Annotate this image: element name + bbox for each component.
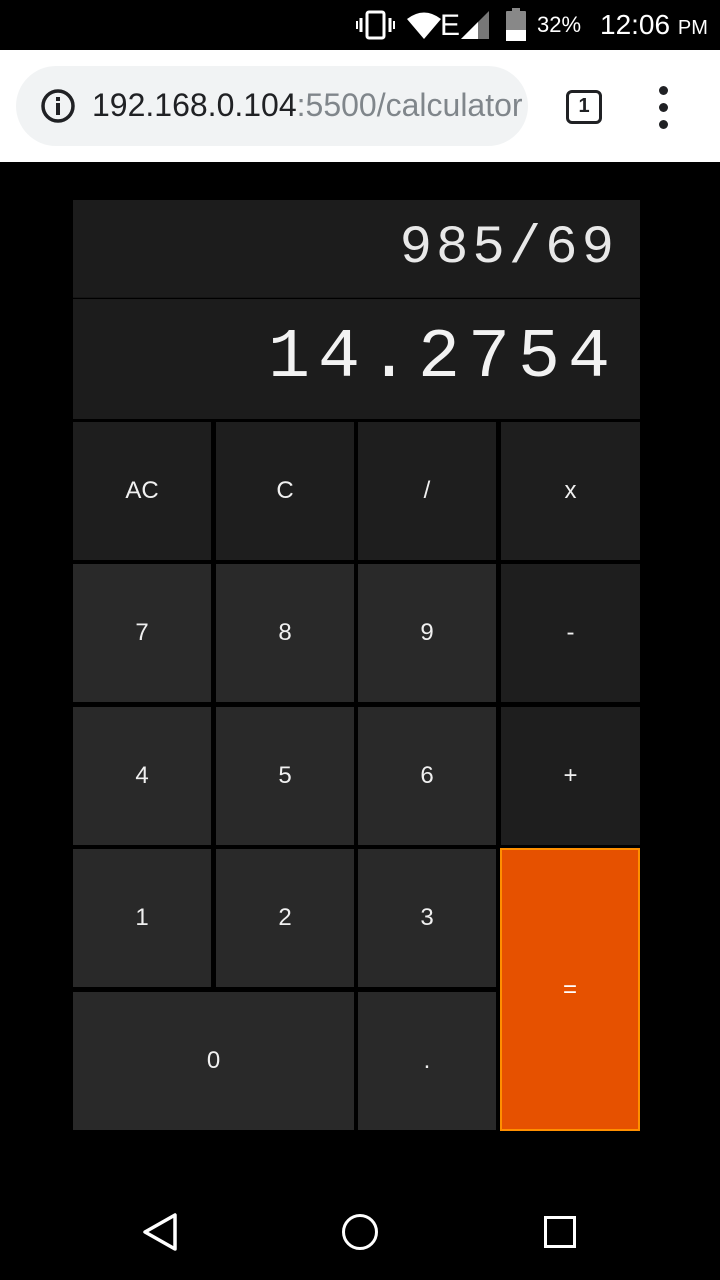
- address-bar[interactable]: 192.168.0.104:5500/calculator: [16, 66, 528, 146]
- divide-button[interactable]: /: [358, 422, 496, 560]
- recents-icon[interactable]: [544, 1216, 576, 1248]
- calculator: 985/69 14.2754 AC C / x 7 8 9 - 4 5 6 + …: [73, 200, 640, 1131]
- battery-icon: [506, 8, 526, 41]
- url-host: 192.168.0.104: [92, 87, 297, 123]
- multiply-button[interactable]: x: [501, 422, 640, 560]
- digit-0-button[interactable]: 0: [73, 992, 354, 1130]
- clock-time: 12:06: [600, 9, 671, 40]
- minus-button[interactable]: -: [501, 564, 640, 702]
- clock-ampm: PM: [677, 17, 708, 39]
- decimal-button[interactable]: .: [358, 992, 496, 1130]
- browser-toolbar: 192.168.0.104:5500/calculator 1: [0, 50, 720, 162]
- tabs-icon: 1: [578, 95, 590, 117]
- network-type: E: [440, 9, 461, 42]
- info-icon[interactable]: [40, 88, 76, 124]
- status-bar: E 32% 12:06 PM: [0, 0, 720, 50]
- home-icon[interactable]: [342, 1214, 378, 1250]
- digit-1-button[interactable]: 1: [73, 849, 211, 987]
- digit-6-button[interactable]: 6: [358, 707, 496, 845]
- clear-button[interactable]: C: [216, 422, 354, 560]
- equals-button[interactable]: =: [500, 848, 640, 1131]
- digit-5-button[interactable]: 5: [216, 707, 354, 845]
- battery-percent: 32%: [537, 12, 582, 37]
- url-text[interactable]: 192.168.0.104:5500/calculator: [92, 87, 524, 124]
- system-nav-bar: [0, 1180, 720, 1280]
- digit-8-button[interactable]: 8: [216, 564, 354, 702]
- all-clear-button[interactable]: AC: [73, 422, 211, 560]
- digit-3-button[interactable]: 3: [358, 849, 496, 987]
- digit-2-button[interactable]: 2: [216, 849, 354, 987]
- result-display: 14.2754: [73, 299, 640, 419]
- overflow-menu-icon[interactable]: [650, 86, 678, 130]
- expression-display: 985/69: [73, 200, 640, 298]
- digit-9-button[interactable]: 9: [358, 564, 496, 702]
- signal-icon: [461, 11, 489, 39]
- wifi-icon: [407, 12, 441, 39]
- clock: 12:06 PM: [600, 9, 708, 41]
- back-icon[interactable]: [142, 1212, 178, 1252]
- digit-4-button[interactable]: 4: [73, 707, 211, 845]
- digit-7-button[interactable]: 7: [73, 564, 211, 702]
- vibrate-icon: [356, 10, 395, 40]
- url-path: :5500/calculator: [296, 87, 523, 123]
- tabs-button[interactable]: 1: [566, 90, 602, 124]
- plus-button[interactable]: +: [501, 707, 640, 845]
